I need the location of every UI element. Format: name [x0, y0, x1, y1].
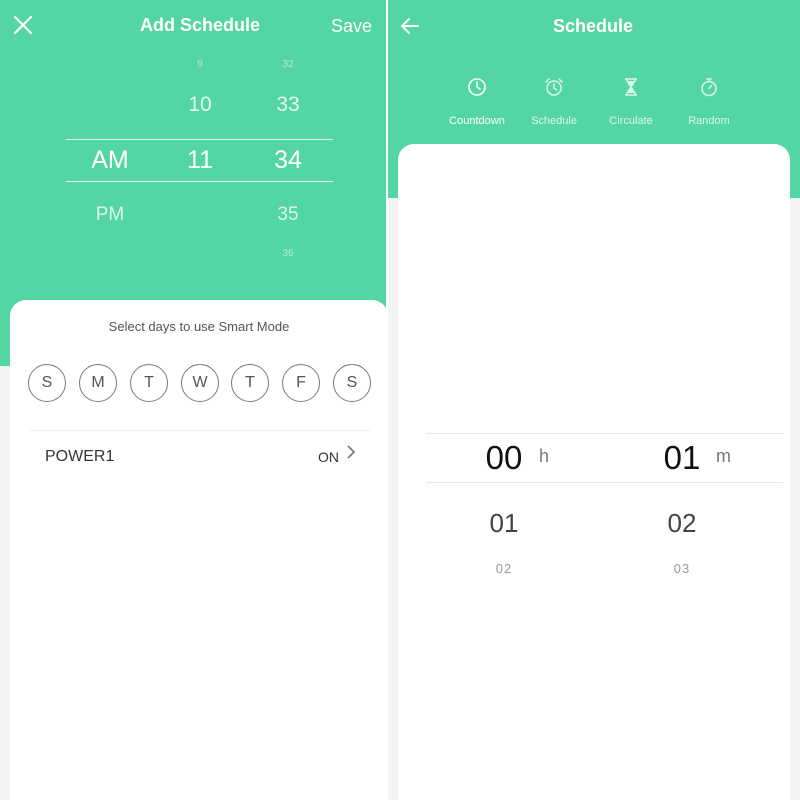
hours-unit: h — [539, 446, 550, 466]
power-row-value: ON — [318, 449, 339, 465]
days-title: Select days to use Smart Mode — [108, 319, 290, 334]
picker-highlight-bottom — [426, 482, 783, 483]
day-toggle-saturday[interactable]: S — [333, 364, 371, 402]
day-toggle-wednesday[interactable]: W — [181, 364, 219, 402]
minute-option[interactable]: 36 — [248, 248, 328, 259]
duration-card: 00 h 01 02 01 m 02 03 — [398, 144, 790, 800]
schedule-screen: Schedule Countdown Schedule Circulate Ra… — [388, 0, 800, 800]
minute-selected[interactable]: 34 — [248, 146, 328, 175]
hours-option[interactable]: 02 — [459, 561, 549, 576]
power-row-label: POWER1 — [45, 448, 115, 465]
minute-option[interactable]: 32 — [248, 59, 328, 70]
day-toggle-tuesday[interactable]: T — [130, 364, 168, 402]
hour-option[interactable]: 9 — [160, 59, 240, 70]
day-toggle-sunday[interactable]: S — [28, 364, 66, 402]
day-toggle-thursday[interactable]: T — [231, 364, 269, 402]
page-title: Schedule — [552, 16, 634, 36]
day-toggle-monday[interactable]: M — [79, 364, 117, 402]
picker-highlight-top — [66, 139, 333, 140]
hourglass-icon — [625, 78, 637, 96]
save-button[interactable]: Save — [331, 16, 372, 37]
day-toggle-friday[interactable]: F — [282, 364, 320, 402]
hours-option[interactable]: 01 — [459, 508, 549, 539]
picker-highlight-top — [426, 433, 783, 434]
tab-label: Random — [688, 115, 730, 127]
minute-option[interactable]: 33 — [248, 93, 328, 117]
minutes-unit: m — [716, 446, 731, 466]
hour-option[interactable]: 10 — [160, 93, 240, 117]
days-card: Select days to use Smart Mode S M T W T … — [10, 300, 388, 800]
minutes-option[interactable]: 03 — [637, 561, 727, 576]
add-schedule-screen: Add Schedule Save 9 32 10 33 AM 11 34 PM… — [0, 0, 388, 800]
clock-icon — [468, 78, 486, 96]
minutes-option[interactable]: 02 — [637, 508, 727, 539]
tab-label: Countdown — [449, 115, 505, 127]
stopwatch-icon — [701, 78, 717, 97]
period-option[interactable]: PM — [70, 204, 150, 226]
period-selected[interactable]: AM — [70, 146, 150, 175]
picker-highlight-bottom — [66, 181, 333, 182]
page-title: Add Schedule — [139, 15, 260, 35]
chevron-right-icon — [347, 445, 356, 459]
divider — [30, 430, 370, 431]
minute-option[interactable]: 35 — [248, 204, 328, 226]
tab-label: Circulate — [609, 115, 653, 127]
hour-selected[interactable]: 11 — [160, 146, 240, 175]
alarm-clock-icon — [545, 78, 563, 96]
tab-label: Schedule — [531, 115, 577, 127]
minutes-selected[interactable]: 01 — [637, 439, 727, 477]
hours-selected[interactable]: 00 — [459, 439, 549, 477]
